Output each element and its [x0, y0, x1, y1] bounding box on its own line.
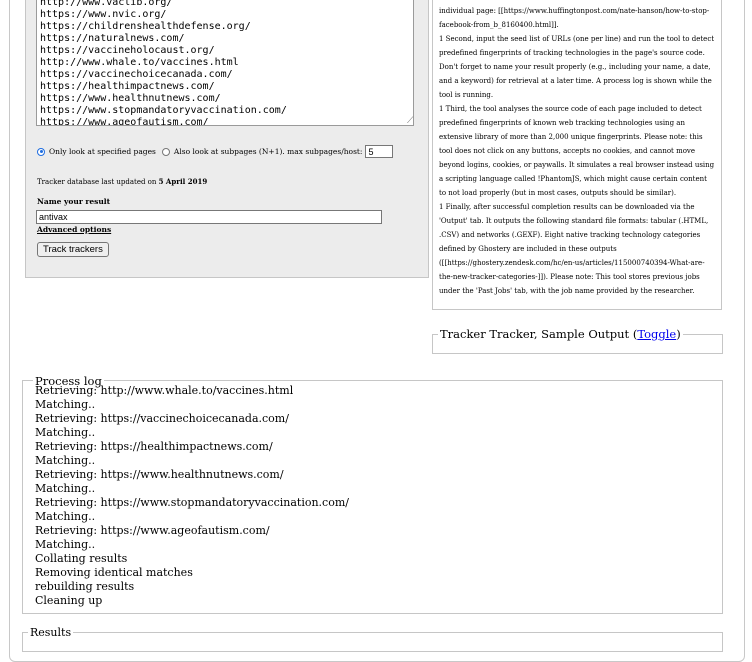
- log-line: Cleaning up: [35, 594, 103, 607]
- track-trackers-button[interactable]: Track trackers: [37, 242, 109, 257]
- log-line: Matching..: [35, 538, 96, 551]
- log-line: Matching..: [35, 398, 96, 411]
- radio-only-specified[interactable]: [37, 147, 45, 156]
- log-line: Collating results: [35, 552, 128, 565]
- log-line: Retrieving: https://www.healthnutnews.co…: [35, 468, 284, 481]
- help-text-panel: individual page: [[https://www.huffingto…: [432, 0, 722, 310]
- log-line: Retrieving: https://www.stopmandatoryvac…: [35, 496, 349, 509]
- subpages-label: Also look at subpages (N+1). max subpage…: [173, 147, 363, 156]
- sample-output-close-paren: ): [676, 327, 681, 341]
- advanced-options-link[interactable]: Advanced options: [37, 225, 111, 234]
- log-line: Matching..: [35, 510, 96, 523]
- only-specified-label: Only look at specified pages: [49, 147, 156, 156]
- log-line: Retrieving: http://www.whale.to/vaccines…: [35, 384, 294, 397]
- log-line: Removing identical matches: [35, 566, 193, 579]
- scope-options: Only look at specified pages Also look a…: [37, 145, 394, 158]
- help-paragraph: 1 Third, the tool analyses the source co…: [439, 105, 715, 197]
- url-list-textarea[interactable]: http://www.vaclib.org/https://www.nvic.o…: [36, 0, 414, 126]
- log-line: Matching..: [35, 482, 96, 495]
- log-line: Matching..: [35, 454, 96, 467]
- url-list-line: https://www.stopmandatoryvaccination.com…: [40, 105, 287, 116]
- database-updated-note: Tracker database last updated on 5 April…: [37, 177, 207, 186]
- url-list-line: http://www.whale.to/vaccines.html: [40, 57, 239, 68]
- url-list-line: https://www.healthnutnews.com/: [40, 93, 221, 104]
- log-line: Retrieving: https://www.ageofautism.com/: [35, 524, 270, 537]
- url-list-line: https://vaccinechoicecanada.com/: [40, 69, 233, 80]
- url-list-line: https://healthimpactnews.com/: [40, 81, 215, 92]
- database-updated-prefix: Tracker database last updated on: [37, 178, 157, 186]
- sample-output-legend: Tracker Tracker, Sample Output (Toggle): [438, 327, 683, 341]
- url-list-line: https://vaccineholocaust.org/: [40, 45, 215, 56]
- results-fieldset: Results: [22, 626, 723, 652]
- url-list-line: https://childrenshealthdefense.org/: [40, 21, 251, 32]
- radio-subpages[interactable]: [161, 147, 170, 156]
- log-line: Retrieving: https://vaccinechoicecanada.…: [35, 412, 289, 425]
- url-list-line: https://naturalnews.com/: [40, 33, 185, 44]
- url-list-line: https://www.nvic.org/: [40, 9, 167, 20]
- database-updated-date: 5 April 2019: [158, 177, 208, 186]
- resize-handle-icon[interactable]: ⟋: [407, 117, 415, 126]
- log-line: rebuilding results: [35, 580, 135, 593]
- result-name-label: Name your result: [37, 197, 111, 206]
- url-list-line: http://www.vaclib.org/: [40, 0, 173, 8]
- help-paragraph: 1 Finally, after successful completion r…: [439, 203, 709, 295]
- toggle-link[interactable]: Toggle: [637, 327, 676, 341]
- process-log-output[interactable]: Retrieving: http://www.whale.to/vaccines…: [35, 384, 715, 614]
- url-list-line: https://www.ageofautism.com/: [40, 117, 209, 126]
- max-subpages-input[interactable]: [365, 145, 394, 158]
- help-paragraph: 1 Second, input the seed list of URLs (o…: [439, 35, 715, 99]
- sample-output-fieldset: Tracker Tracker, Sample Output (Toggle): [432, 327, 723, 354]
- log-line: Matching..: [35, 426, 96, 439]
- sample-output-title: Tracker Tracker, Sample Output (: [440, 327, 638, 341]
- result-name-input[interactable]: [36, 210, 382, 224]
- help-paragraph: individual page: [[https://www.huffingto…: [439, 7, 710, 29]
- log-line: Retrieving: https://healthimpactnews.com…: [35, 440, 273, 453]
